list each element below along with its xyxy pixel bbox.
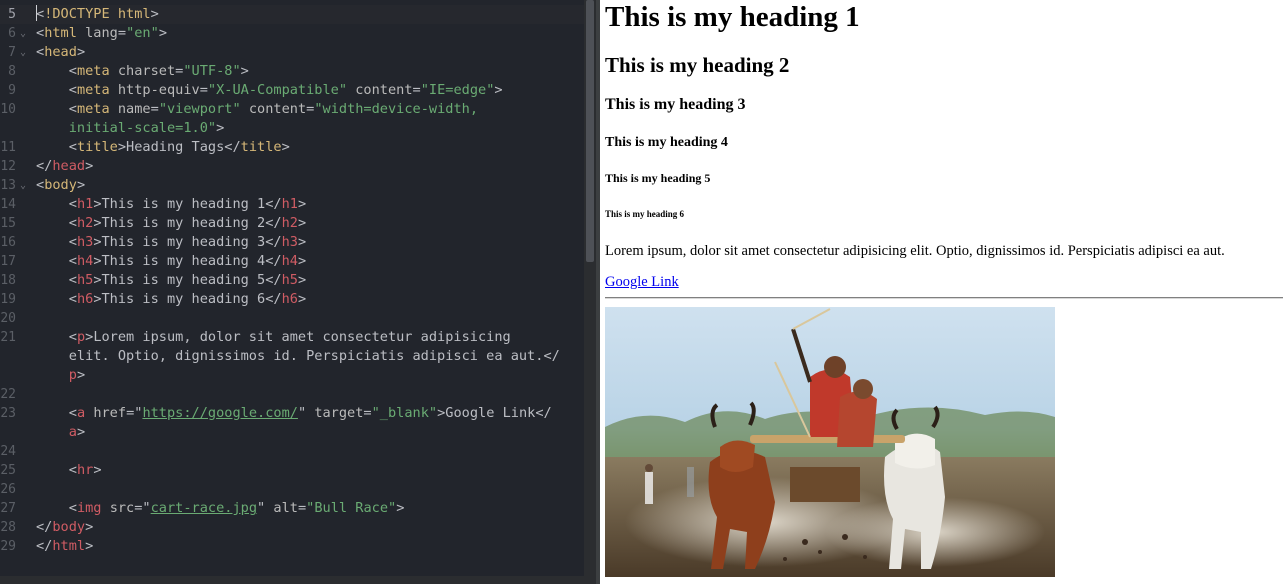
code-text: <meta charset="UTF-8"> — [68, 63, 249, 79]
code-text: <h4>This is my heading 4</h4> — [68, 253, 307, 269]
line-number: 24 — [0, 444, 16, 459]
fold-chevron-icon[interactable]: ⌄ — [20, 176, 26, 195]
code-line[interactable]: 15 <h2>This is my heading 2</h2> — [0, 214, 584, 233]
code-text: <h1>This is my heading 1</h1> — [68, 196, 307, 212]
preview-heading-6: This is my heading 6 — [605, 209, 685, 219]
code-text: <h6>This is my heading 6</h6> — [68, 291, 307, 307]
browser-preview: This is my heading 1 This is my heading … — [600, 0, 1283, 584]
code-text: <h2>This is my heading 2</h2> — [68, 215, 307, 231]
code-line[interactable]: 20 — [0, 309, 584, 328]
code-text: <img src="cart-race.jpg" alt="Bull Race"… — [68, 500, 405, 516]
preview-heading-2: This is my heading 2 — [605, 53, 790, 77]
code-text: <meta name="viewport" content="width=dev… — [68, 101, 479, 117]
code-line[interactable]: 29 </html> — [0, 537, 584, 556]
line-number: 27 — [0, 501, 16, 516]
code-text: a> — [68, 424, 86, 440]
line-number: 9 — [8, 83, 16, 98]
line-number: 29 — [0, 539, 16, 554]
line-number: 17 — [0, 254, 16, 269]
fold-chevron-icon[interactable]: ⌄ — [20, 24, 26, 43]
code-line[interactable]: 24 — [0, 442, 584, 461]
code-text: <body> — [36, 177, 86, 193]
code-line[interactable]: 12 </head> — [0, 157, 584, 176]
code-line[interactable]: 21 <p>Lorem ipsum, dolor sit amet consec… — [0, 328, 584, 347]
bull-race-image — [605, 307, 1055, 577]
code-text: <html lang="en"> — [36, 25, 167, 41]
code-line[interactable]: 18 <h5>This is my heading 5</h5> — [0, 271, 584, 290]
line-number: 10 — [0, 102, 16, 117]
line-number: 15 — [0, 216, 16, 231]
line-number: 23 — [0, 406, 16, 421]
google-link[interactable]: Google Link — [605, 273, 679, 291]
code-line[interactable]: 10 <meta name="viewport" content="width=… — [0, 100, 584, 119]
code-line[interactable]: 9 <meta http-equiv="X-UA-Compatible" con… — [0, 81, 584, 100]
code-line[interactable]: 8 <meta charset="UTF-8"> — [0, 62, 584, 81]
preview-paragraph: Lorem ipsum, dolor sit amet consectetur … — [605, 243, 1225, 259]
code-line[interactable]: 16 <h3>This is my heading 3</h3> — [0, 233, 584, 252]
fold-chevron-icon[interactable]: ⌄ — [20, 43, 26, 62]
line-number: 22 — [0, 387, 16, 402]
code-text: </html> — [36, 538, 94, 554]
code-line[interactable]: 27 <img src="cart-race.jpg" alt="Bull Ra… — [0, 499, 584, 518]
line-number: 25 — [0, 463, 16, 478]
code-line[interactable]: 6 ⌄ <html lang="en"> — [0, 24, 584, 43]
preview-heading-3: This is my heading 3 — [605, 96, 746, 113]
line-number: 8 — [8, 64, 16, 79]
code-editor[interactable]: 5 <!DOCTYPE html> 6 ⌄ <html lang="en"> 7 ⌄ <hea… — [0, 0, 596, 584]
code-text: <hr> — [68, 462, 102, 478]
code-text: p> — [68, 367, 86, 383]
code-text: <h5>This is my heading 5</h5> — [68, 272, 307, 288]
line-number: 13 — [0, 178, 16, 193]
code-line[interactable]: 23 <a href="https://google.com/" target=… — [0, 404, 584, 423]
code-text: <title>Heading Tags</title> — [68, 139, 290, 155]
editor-status-bar — [0, 576, 596, 584]
code-line[interactable]: 13 ⌄ <body> — [0, 176, 584, 195]
line-number: 11 — [0, 140, 16, 155]
horizontal-rule — [605, 297, 1283, 299]
line-number: 28 — [0, 520, 16, 535]
code-text: <head> — [36, 44, 86, 60]
code-text: <p>Lorem ipsum, dolor sit amet consectet… — [68, 329, 511, 345]
code-text: <a href="https://google.com/" target="_b… — [68, 405, 552, 421]
editor-scrollbar-thumb[interactable] — [586, 0, 594, 262]
line-number: 18 — [0, 273, 16, 288]
line-number: 19 — [0, 292, 16, 307]
line-number: 16 — [0, 235, 16, 250]
line-number: 26 — [0, 482, 16, 497]
code-text: <!DOCTYPE html> — [36, 5, 159, 22]
line-number: 6 — [8, 26, 16, 41]
line-number: 20 — [0, 311, 16, 326]
code-line[interactable]: a> — [0, 423, 584, 442]
code-line[interactable]: 17 <h4>This is my heading 4</h4> — [0, 252, 584, 271]
code-text: <h3>This is my heading 3</h3> — [68, 234, 307, 250]
code-line[interactable]: 14 <h1>This is my heading 1</h1> — [0, 195, 584, 214]
preview-heading-1: This is my heading 1 — [605, 1, 860, 33]
code-line[interactable]: 26 — [0, 480, 584, 499]
preview-heading-4: This is my heading 4 — [605, 135, 728, 150]
code-line[interactable]: p> — [0, 366, 584, 385]
line-number: 5 — [8, 7, 16, 22]
code-text: elit. Optio, dignissimos id. Perspiciati… — [68, 348, 560, 364]
line-number: 7 — [8, 45, 16, 60]
line-number: 21 — [0, 330, 16, 345]
line-number: 14 — [0, 197, 16, 212]
code-line[interactable]: 11 <title>Heading Tags</title> — [0, 138, 584, 157]
code-line[interactable]: elit. Optio, dignissimos id. Perspiciati… — [0, 347, 584, 366]
code-line[interactable]: 19 <h6>This is my heading 6</h6> — [0, 290, 584, 309]
code-line[interactable]: 7 ⌄ <head> — [0, 43, 584, 62]
code-line[interactable]: initial-scale=1.0"> — [0, 119, 584, 138]
line-number: 12 — [0, 159, 16, 174]
preview-heading-5: This is my heading 5 — [605, 171, 711, 185]
code-line[interactable]: 28 </body> — [0, 518, 584, 537]
code-line[interactable]: 5 <!DOCTYPE html> — [0, 5, 584, 24]
code-text: <meta http-equiv="X-UA-Compatible" conte… — [68, 82, 503, 98]
code-text: </head> — [36, 158, 94, 174]
code-text: </body> — [36, 519, 94, 535]
code-line[interactable]: 22 — [0, 385, 584, 404]
app-root: 5 <!DOCTYPE html> 6 ⌄ <html lang="en"> 7 ⌄ <hea… — [0, 0, 1283, 584]
code-line[interactable]: 25 <hr> — [0, 461, 584, 480]
code-text: initial-scale=1.0"> — [68, 120, 225, 136]
